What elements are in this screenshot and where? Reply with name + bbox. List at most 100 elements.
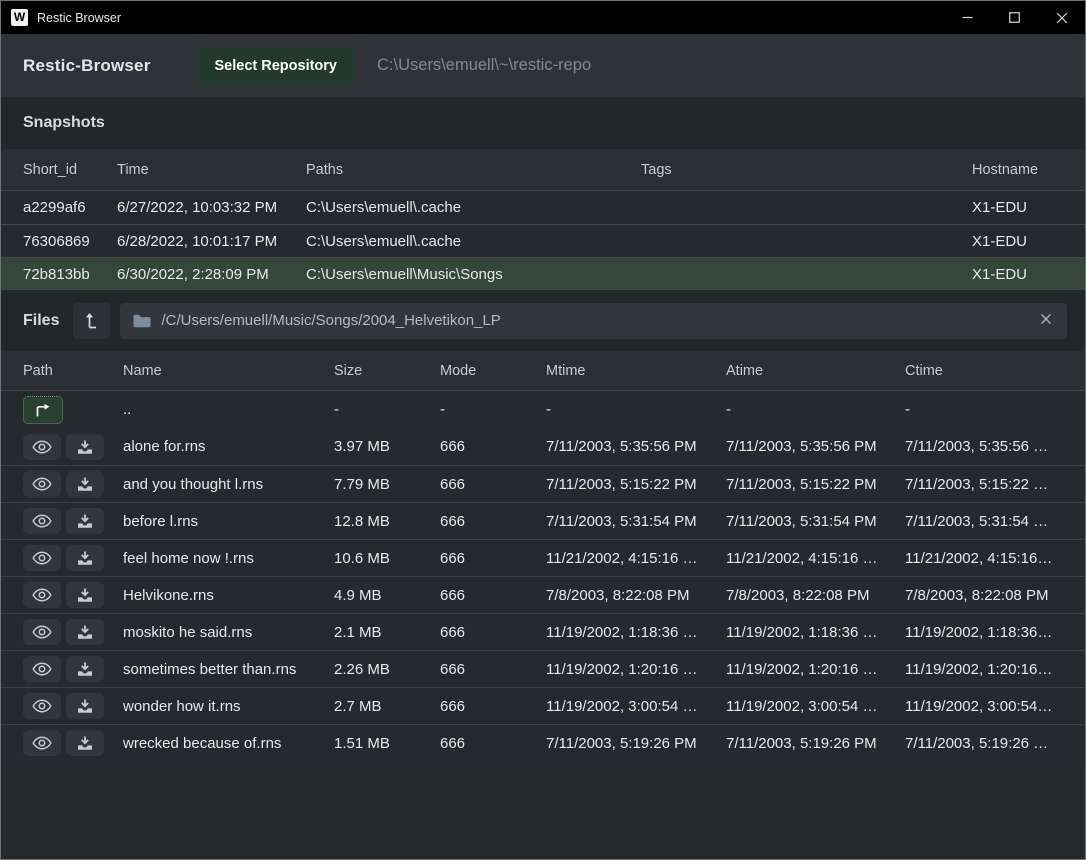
preview-file-button[interactable] <box>23 471 61 497</box>
folder-icon <box>133 314 151 328</box>
file-size: 2.1 MB <box>334 624 440 641</box>
file-row[interactable]: wonder how it.rns 2.7 MB 666 11/19/2002,… <box>1 687 1085 724</box>
file-name: alone for.rns <box>123 438 334 455</box>
file-name: wrecked because of.rns <box>123 735 334 752</box>
file-mode: 666 <box>440 550 546 567</box>
file-atime: 11/19/2002, 3:00:54 … <box>726 698 905 715</box>
file-ctime: 11/19/2002, 1:20:16 … <box>905 661 1063 678</box>
file-mtime: 7/11/2003, 5:19:26 PM <box>546 735 726 752</box>
file-atime: 11/21/2002, 4:15:16 … <box>726 550 905 567</box>
snapshot-time: 6/28/2022, 10:01:17 PM <box>117 233 306 250</box>
file-name: before l.rns <box>123 513 334 530</box>
preview-file-button[interactable] <box>23 693 61 719</box>
download-file-button[interactable] <box>66 434 104 460</box>
minimize-button[interactable] <box>944 1 991 34</box>
file-row-actions <box>23 619 123 645</box>
close-button[interactable] <box>1038 1 1085 34</box>
maximize-button[interactable] <box>991 1 1038 34</box>
clear-path-button[interactable] <box>1038 312 1054 330</box>
snapshot-row[interactable]: 76306869 6/28/2022, 10:01:17 PM C:\Users… <box>1 224 1085 257</box>
file-row[interactable]: Helvikone.rns 4.9 MB 666 7/8/2003, 8:22:… <box>1 576 1085 613</box>
file-row[interactable]: before l.rns 12.8 MB 666 7/11/2003, 5:31… <box>1 502 1085 539</box>
download-file-button[interactable] <box>66 730 104 756</box>
file-mtime: 7/11/2003, 5:31:54 PM <box>546 513 726 530</box>
minimize-icon <box>962 12 973 23</box>
file-ctime: 7/11/2003, 5:19:26 PM <box>905 735 1063 752</box>
titlebar: W Restic Browser <box>1 1 1085 34</box>
snapshots-table-body: a2299af6 6/27/2022, 10:03:32 PM C:\Users… <box>1 191 1085 290</box>
preview-file-button[interactable] <box>23 545 61 571</box>
download-file-button[interactable] <box>66 545 104 571</box>
preview-file-button[interactable] <box>23 434 61 460</box>
file-row-actions <box>23 582 123 608</box>
column-header-size: Size <box>334 363 440 379</box>
preview-file-button[interactable] <box>23 656 61 682</box>
column-header-mtime: Mtime <box>546 363 726 379</box>
file-mode: 666 <box>440 624 546 641</box>
path-breadcrumb-bar[interactable]: /C/Users/emuell/Music/Songs/2004_Helveti… <box>120 303 1067 339</box>
file-name: and you thought l.rns <box>123 476 334 493</box>
parent-directory-row[interactable]: .. - - - - - <box>1 391 1085 428</box>
file-mtime: 7/8/2003, 8:22:08 PM <box>546 587 726 604</box>
go-to-parent-button[interactable] <box>73 303 110 339</box>
snapshot-row[interactable]: a2299af6 6/27/2022, 10:03:32 PM C:\Users… <box>1 191 1085 224</box>
preview-file-button[interactable] <box>23 508 61 534</box>
download-file-button[interactable] <box>66 619 104 645</box>
app-header: Restic-Browser Select Repository C:\User… <box>1 34 1085 97</box>
repository-path: C:\Users\emuell\~\restic-repo <box>377 56 591 75</box>
download-file-button[interactable] <box>66 693 104 719</box>
file-size: 3.97 MB <box>334 438 440 455</box>
preview-file-button[interactable] <box>23 619 61 645</box>
file-size: 12.8 MB <box>334 513 440 530</box>
eye-icon <box>32 440 52 454</box>
snapshot-hostname: X1-EDU <box>972 233 1063 250</box>
file-row[interactable]: alone for.rns 3.97 MB 666 7/11/2003, 5:3… <box>1 428 1085 465</box>
download-icon <box>77 551 93 565</box>
file-row[interactable]: and you thought l.rns 7.79 MB 666 7/11/2… <box>1 465 1085 502</box>
column-header-mode: Mode <box>440 363 546 379</box>
download-file-button[interactable] <box>66 508 104 534</box>
file-name: Helvikone.rns <box>123 587 334 604</box>
snapshot-row[interactable]: 72b813bb 6/30/2022, 2:28:09 PM C:\Users\… <box>1 257 1085 290</box>
eye-icon <box>32 588 52 602</box>
download-icon <box>77 625 93 639</box>
snapshot-hostname: X1-EDU <box>972 199 1063 216</box>
eye-icon <box>32 699 52 713</box>
download-file-button[interactable] <box>66 471 104 497</box>
download-file-button[interactable] <box>66 656 104 682</box>
file-row[interactable]: sometimes better than.rns 2.26 MB 666 11… <box>1 650 1085 687</box>
column-header-short-id: Short_id <box>23 162 117 178</box>
window-controls <box>944 1 1085 34</box>
file-mtime: 7/11/2003, 5:35:56 PM <box>546 438 726 455</box>
snapshot-paths: C:\Users\emuell\Music\Songs <box>306 266 641 283</box>
preview-file-button[interactable] <box>23 582 61 608</box>
download-icon <box>77 662 93 676</box>
up-directory-button[interactable] <box>23 396 63 424</box>
select-repository-button[interactable]: Select Repository <box>198 47 355 85</box>
file-mode: 666 <box>440 698 546 715</box>
eye-icon <box>32 551 52 565</box>
column-header-path: Path <box>23 363 123 379</box>
snapshots-title: Snapshots <box>23 114 105 132</box>
preview-file-button[interactable] <box>23 730 61 756</box>
files-section-header: Files /C/Users/emuell/Music/Songs/2004_H… <box>1 290 1085 351</box>
file-row[interactable]: wrecked because of.rns 1.51 MB 666 7/11/… <box>1 724 1085 761</box>
file-mtime: 11/19/2002, 1:18:36 … <box>546 624 726 641</box>
column-header-tags: Tags <box>641 162 972 178</box>
file-mtime: 11/21/2002, 4:15:16 … <box>546 550 726 567</box>
eye-icon <box>32 662 52 676</box>
snapshot-time: 6/27/2022, 10:03:32 PM <box>117 199 306 216</box>
eye-icon <box>32 736 52 750</box>
file-mode: 666 <box>440 587 546 604</box>
file-row[interactable]: moskito he said.rns 2.1 MB 666 11/19/200… <box>1 613 1085 650</box>
file-row[interactable]: feel home now !.rns 10.6 MB 666 11/21/20… <box>1 539 1085 576</box>
clear-icon <box>1040 313 1052 325</box>
file-name: feel home now !.rns <box>123 550 334 567</box>
column-header-time: Time <box>117 162 306 178</box>
file-row-actions <box>23 545 123 571</box>
eye-icon <box>32 477 52 491</box>
download-file-button[interactable] <box>66 582 104 608</box>
files-table-header: Path Name Size Mode Mtime Atime Ctime <box>1 351 1085 391</box>
file-ctime: 7/8/2003, 8:22:08 PM <box>905 587 1063 604</box>
file-size: 7.79 MB <box>334 476 440 493</box>
